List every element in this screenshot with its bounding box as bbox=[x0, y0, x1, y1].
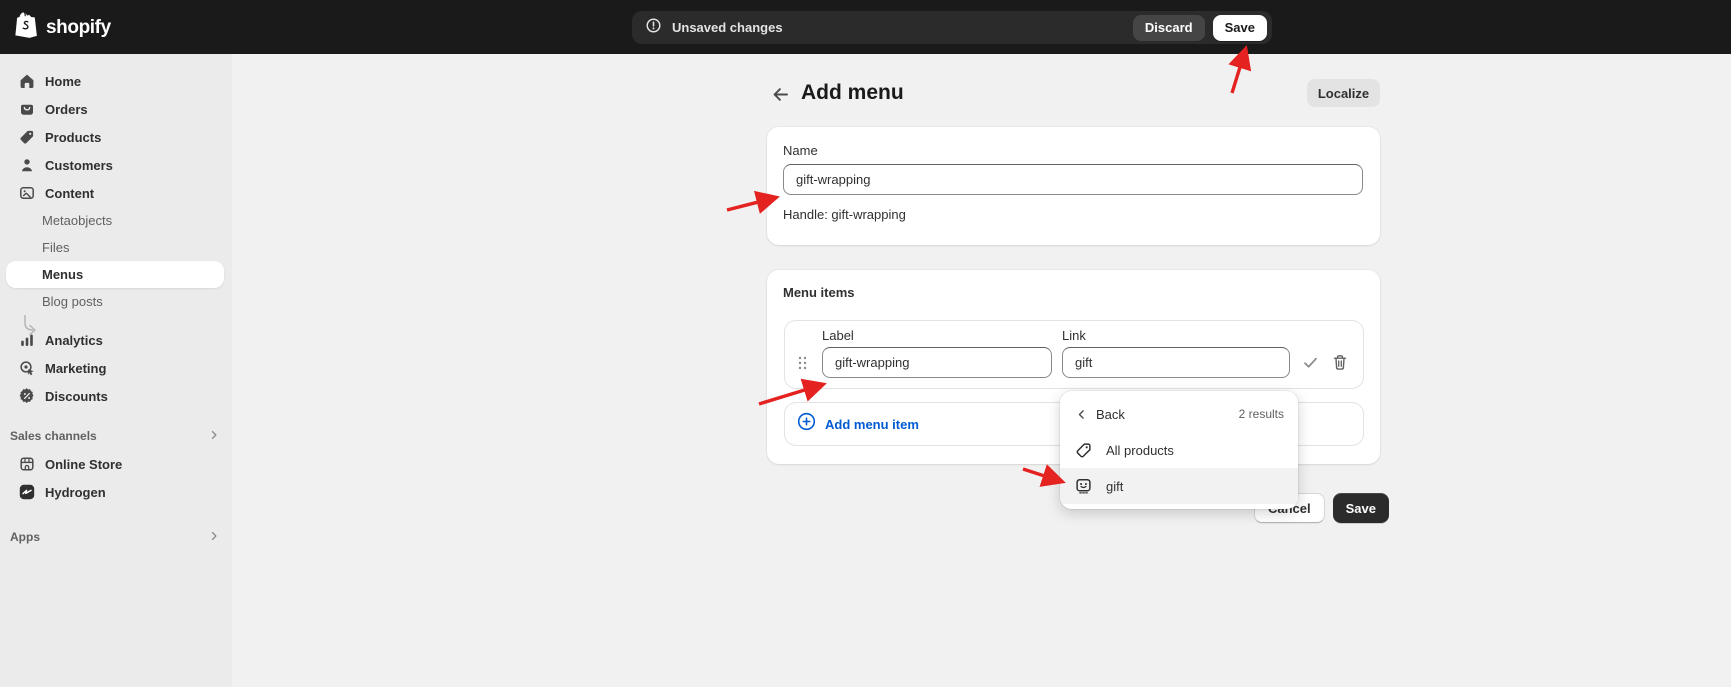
sidebar-item-discounts[interactable]: Discounts bbox=[0, 382, 232, 410]
sidebar-item-orders[interactable]: Orders bbox=[0, 95, 232, 123]
sidebar-item-blog-posts[interactable]: Blog posts bbox=[0, 288, 232, 315]
link-column-header: Link bbox=[1062, 328, 1290, 343]
sidebar-item-products[interactable]: Products bbox=[0, 123, 232, 151]
chevron-right-icon bbox=[208, 530, 220, 545]
sidebar-item-label: Home bbox=[45, 74, 81, 89]
popover-item-all-products[interactable]: All products bbox=[1060, 432, 1298, 468]
topbar: shopify Unsaved changes Discard Save bbox=[0, 0, 1731, 54]
shopify-admin-window: shopify Unsaved changes Discard Save Hom… bbox=[0, 0, 1731, 687]
save-button[interactable]: Save bbox=[1333, 493, 1389, 523]
section-header-label: Apps bbox=[10, 530, 40, 544]
chevron-left-icon bbox=[1074, 405, 1088, 423]
page-title: Add menu bbox=[801, 81, 904, 105]
content-icon bbox=[19, 185, 35, 201]
confirm-item-button[interactable] bbox=[1299, 352, 1321, 374]
sidebar-section-apps[interactable]: Apps bbox=[0, 523, 232, 551]
customers-icon bbox=[19, 157, 35, 173]
back-button[interactable] bbox=[767, 81, 793, 107]
sidebar-item-home[interactable]: Home bbox=[0, 67, 232, 95]
sidebar-item-label: Customers bbox=[45, 158, 113, 173]
delete-item-button[interactable] bbox=[1329, 352, 1351, 374]
sidebar-item-label: Orders bbox=[45, 102, 88, 117]
sidebar-item-label: Hydrogen bbox=[45, 485, 106, 500]
label-column-header: Label bbox=[822, 328, 1052, 343]
menu-item-editor-row: Label Link bbox=[784, 320, 1364, 389]
sidebar-item-files[interactable]: Files bbox=[0, 234, 232, 261]
unsaved-changes-bar: Unsaved changes Discard Save bbox=[632, 11, 1272, 44]
discard-button[interactable]: Discard bbox=[1133, 15, 1205, 41]
sub-item-label: Menus bbox=[42, 267, 83, 282]
popover-item-gift[interactable]: gift bbox=[1060, 468, 1298, 504]
link-picker-popover: Back 2 results All products gift bbox=[1060, 391, 1298, 509]
name-card: Name Handle: gift-wrapping bbox=[767, 127, 1380, 245]
sidebar-item-label: Online Store bbox=[45, 457, 122, 472]
sidebar-item-label: Discounts bbox=[45, 389, 108, 404]
sidebar: Home Orders Products Customers Content bbox=[0, 54, 232, 687]
home-icon bbox=[19, 73, 35, 89]
trash-icon bbox=[1332, 354, 1348, 371]
check-icon bbox=[1302, 354, 1319, 371]
sub-item-label: Files bbox=[42, 240, 69, 255]
menu-item-link-input[interactable] bbox=[1062, 347, 1290, 378]
products-icon bbox=[19, 129, 35, 145]
menu-items-title: Menu items bbox=[783, 285, 1364, 300]
drag-handle[interactable] bbox=[797, 354, 810, 372]
sidebar-item-label: Products bbox=[45, 130, 101, 145]
plus-circle-icon bbox=[797, 412, 816, 436]
marketing-icon bbox=[19, 360, 35, 376]
popover-item-label: All products bbox=[1106, 443, 1174, 458]
shopify-wordmark: shopify bbox=[46, 17, 111, 39]
shopify-logo[interactable]: shopify bbox=[14, 11, 111, 44]
sidebar-item-marketing[interactable]: Marketing bbox=[0, 354, 232, 382]
sidebar-section-sales-channels[interactable]: Sales channels bbox=[0, 422, 232, 450]
hydrogen-icon bbox=[19, 484, 35, 500]
sub-item-label: Metaobjects bbox=[42, 213, 112, 228]
chevron-right-icon bbox=[208, 429, 220, 444]
collection-icon bbox=[1074, 477, 1092, 495]
sidebar-item-menus[interactable]: Menus bbox=[6, 261, 224, 288]
sidebar-item-online-store[interactable]: Online Store bbox=[0, 450, 232, 478]
discounts-icon bbox=[19, 388, 35, 404]
sidebar-item-label: Analytics bbox=[45, 333, 103, 348]
popover-back-label: Back bbox=[1096, 407, 1125, 422]
sidebar-item-hydrogen[interactable]: Hydrogen bbox=[0, 478, 232, 506]
shopify-bag-icon bbox=[14, 11, 39, 44]
sub-item-label: Blog posts bbox=[42, 294, 103, 309]
arrow-left-icon bbox=[771, 85, 790, 104]
analytics-icon bbox=[19, 332, 35, 348]
storefront-icon bbox=[19, 456, 35, 472]
popover-item-label: gift bbox=[1106, 479, 1123, 494]
sidebar-item-metaobjects[interactable]: Metaobjects bbox=[0, 207, 232, 234]
localize-button[interactable]: Localize bbox=[1307, 79, 1380, 107]
unsaved-changes-label: Unsaved changes bbox=[672, 20, 1133, 35]
menu-item-label-input[interactable] bbox=[822, 347, 1052, 378]
orders-icon bbox=[19, 101, 35, 117]
alert-icon bbox=[645, 17, 662, 39]
name-input[interactable] bbox=[783, 164, 1363, 195]
tag-icon bbox=[1074, 441, 1092, 459]
sidebar-item-content[interactable]: Content bbox=[0, 179, 232, 207]
sidebar-item-customers[interactable]: Customers bbox=[0, 151, 232, 179]
topbar-save-button[interactable]: Save bbox=[1213, 15, 1267, 41]
popover-back-item[interactable]: Back 2 results bbox=[1060, 396, 1298, 432]
section-header-label: Sales channels bbox=[10, 429, 97, 443]
popover-results-count: 2 results bbox=[1239, 407, 1284, 421]
sidebar-item-label: Content bbox=[45, 186, 94, 201]
sidebar-item-analytics[interactable]: Analytics bbox=[0, 326, 232, 354]
add-menu-item-label: Add menu item bbox=[825, 417, 919, 432]
name-field-label: Name bbox=[783, 143, 1364, 158]
handle-text: Handle: gift-wrapping bbox=[783, 207, 1364, 222]
sidebar-item-label: Marketing bbox=[45, 361, 106, 376]
